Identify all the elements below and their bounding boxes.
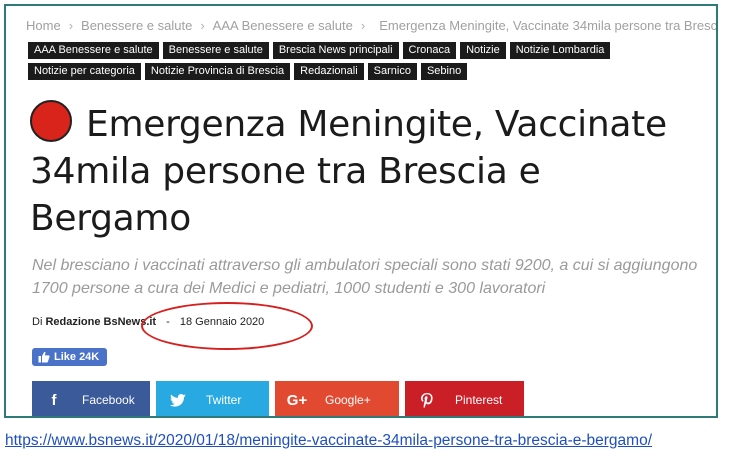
breadcrumb-benessere[interactable]: Benessere e salute <box>81 18 192 33</box>
facebook-icon: f <box>51 391 57 409</box>
category-tags: AAA Benessere e salute Benessere e salut… <box>28 42 716 80</box>
twitter-icon <box>156 393 200 407</box>
like-label: Like 24K <box>54 351 100 363</box>
source-url-link[interactable]: https://www.bsnews.it/2020/01/18/meningi… <box>5 432 652 450</box>
tag-sebino[interactable]: Sebino <box>420 63 468 80</box>
tag-brescia-news[interactable]: Brescia News principali <box>272 42 399 59</box>
breadcrumb-current: Emergenza Meningite, Vaccinate 34mila pe… <box>379 17 716 33</box>
breadcrumb-aaa-benessere[interactable]: AAA Benessere e salute <box>213 18 353 33</box>
date-annotation-circle <box>141 302 313 350</box>
share-facebook-label: Facebook <box>82 393 135 407</box>
thumbs-up-icon <box>38 351 50 363</box>
tag-cronaca[interactable]: Cronaca <box>402 42 457 59</box>
article-subtitle: Nel bresciano i vaccinati attraverso gli… <box>32 257 698 297</box>
tag-notizie-provincia[interactable]: Notizie Provincia di Brescia <box>144 63 291 80</box>
share-twitter-label: Twitter <box>206 393 242 407</box>
share-pinterest-button[interactable]: Pinterest <box>405 381 524 416</box>
share-googleplus-button[interactable]: G+ Google+ <box>275 381 399 416</box>
red-circle-icon <box>30 100 72 142</box>
chevron-right-icon: › <box>200 17 205 33</box>
chevron-right-icon: › <box>68 17 74 33</box>
article-title: Emergenza Meningite, Vaccinate 34mila pe… <box>30 100 690 242</box>
share-googleplus-label: Google+ <box>325 393 371 407</box>
share-pinterest-label: Pinterest <box>455 393 503 407</box>
tag-benessere[interactable]: Benessere e salute <box>162 42 269 59</box>
author-link[interactable]: Redazione BsNews.it <box>45 316 156 328</box>
byline-prefix: Di <box>32 316 43 328</box>
chevron-right-icon: › <box>360 17 366 33</box>
tag-notizie[interactable]: Notizie <box>460 42 506 59</box>
breadcrumb: Home › Benessere e salute › AAA Benesser… <box>26 14 716 36</box>
tag-notizie-categoria[interactable]: Notizie per categoria <box>28 63 141 80</box>
tag-notizie-lombardia[interactable]: Notizie Lombardia <box>509 42 611 59</box>
tag-aaa-benessere[interactable]: AAA Benessere e salute <box>28 42 159 59</box>
google-plus-icon: G+ <box>286 391 308 409</box>
breadcrumb-home[interactable]: Home <box>26 18 61 33</box>
article-title-text: Emergenza Meningite, Vaccinate 34mila pe… <box>30 104 667 239</box>
share-facebook-button[interactable]: f Facebook <box>32 381 150 416</box>
pinterest-icon <box>405 392 449 408</box>
facebook-like-button[interactable]: Like 24K <box>32 348 108 366</box>
screenshot-frame: Home › Benessere e salute › AAA Benesser… <box>4 4 718 418</box>
share-twitter-button[interactable]: Twitter <box>156 381 269 416</box>
tag-sarnico[interactable]: Sarnico <box>367 63 417 80</box>
tag-redazionali[interactable]: Redazionali <box>294 63 364 80</box>
